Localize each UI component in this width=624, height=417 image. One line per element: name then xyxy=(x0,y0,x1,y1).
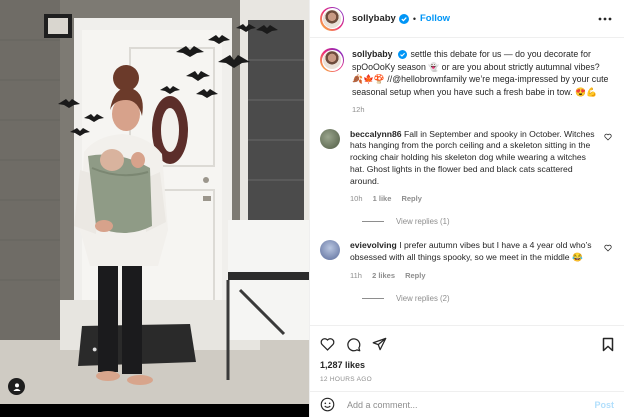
porch-scene-image: ● ● ● xyxy=(0,0,309,417)
view-replies-button[interactable]: View replies (1) xyxy=(362,217,612,226)
tagged-users-button[interactable] xyxy=(8,378,25,395)
caption: sollybaby settle this debate for us — do… xyxy=(320,48,612,117)
more-options-button[interactable] xyxy=(598,17,612,21)
user-tag-icon xyxy=(12,382,21,391)
more-horizontal-icon xyxy=(598,17,612,20)
follow-button[interactable]: Follow xyxy=(420,13,450,24)
caption-time: 12h xyxy=(352,105,365,114)
caption-meta: 12h xyxy=(352,104,612,117)
comment-item: evievolving I prefer autumn vibes but I … xyxy=(320,240,612,281)
comment-meta: 11h 2 likes Reply xyxy=(350,270,596,282)
commenter-username[interactable]: beccalynn86 xyxy=(350,129,402,139)
post-photo[interactable]: ● ● ● xyxy=(0,0,309,417)
emoji-icon[interactable] xyxy=(320,397,335,412)
view-replies-button[interactable]: View replies (2) xyxy=(362,294,612,303)
comment-item: beccalynn86 Fall in September and spooky… xyxy=(320,128,612,206)
comment-body: evievolving I prefer autumn vibes but I … xyxy=(350,240,596,281)
header-dot-separator: • xyxy=(412,13,416,24)
author-username[interactable]: sollybaby xyxy=(352,13,396,24)
add-comment-bar: Post xyxy=(310,391,624,417)
commenter-avatar[interactable] xyxy=(320,240,340,261)
caption-verified-icon xyxy=(398,49,408,60)
save-bookmark-icon[interactable] xyxy=(602,337,614,352)
view-replies-line xyxy=(362,297,384,299)
comment-body: beccalynn86 Fall in September and spooky… xyxy=(350,129,596,206)
post-header: sollybaby • Follow xyxy=(310,0,624,38)
commenter-username[interactable]: evievolving xyxy=(350,240,397,250)
view-replies-label: View replies (2) xyxy=(396,293,450,303)
view-replies-line xyxy=(362,221,384,223)
comment-likes-count[interactable]: 2 likes xyxy=(372,271,395,280)
post-timestamp: 12 HOURS AGO xyxy=(320,376,373,383)
post-comment-button[interactable]: Post xyxy=(594,400,614,410)
like-comment-heart-icon[interactable] xyxy=(604,133,612,143)
like-heart-icon[interactable] xyxy=(320,337,335,351)
share-send-icon[interactable] xyxy=(372,337,387,351)
comments-list[interactable]: sollybaby settle this debate for us — do… xyxy=(310,38,624,325)
comment-time: 10h xyxy=(350,194,363,204)
comment-meta: 10h 1 like Reply xyxy=(350,193,596,205)
likes-count[interactable]: 1,287 likes xyxy=(320,360,614,370)
reply-button[interactable]: Reply xyxy=(405,271,425,280)
caption-avatar[interactable] xyxy=(320,48,344,72)
action-icons-row xyxy=(320,332,614,356)
author-avatar[interactable] xyxy=(320,6,344,31)
reply-button[interactable]: Reply xyxy=(401,194,421,203)
like-comment-heart-icon[interactable] xyxy=(604,244,612,254)
verified-badge-icon xyxy=(398,13,409,24)
post-actions-bar: 1,287 likes 12 HOURS AGO xyxy=(310,325,624,391)
comment-likes-count[interactable]: 1 like xyxy=(373,194,392,203)
comment-input[interactable] xyxy=(347,399,595,410)
comment-time: 11h xyxy=(350,270,362,280)
caption-username[interactable]: sollybaby xyxy=(352,49,393,59)
instagram-post-viewer: ● ● ● xyxy=(0,0,624,417)
caption-body: sollybaby settle this debate for us — do… xyxy=(352,48,612,117)
view-replies-label: View replies (1) xyxy=(396,217,450,227)
comment-bubble-icon[interactable] xyxy=(346,337,361,352)
commenter-avatar[interactable] xyxy=(320,128,340,149)
post-details-panel: sollybaby • Follow sollybaby settle this… xyxy=(309,0,624,417)
